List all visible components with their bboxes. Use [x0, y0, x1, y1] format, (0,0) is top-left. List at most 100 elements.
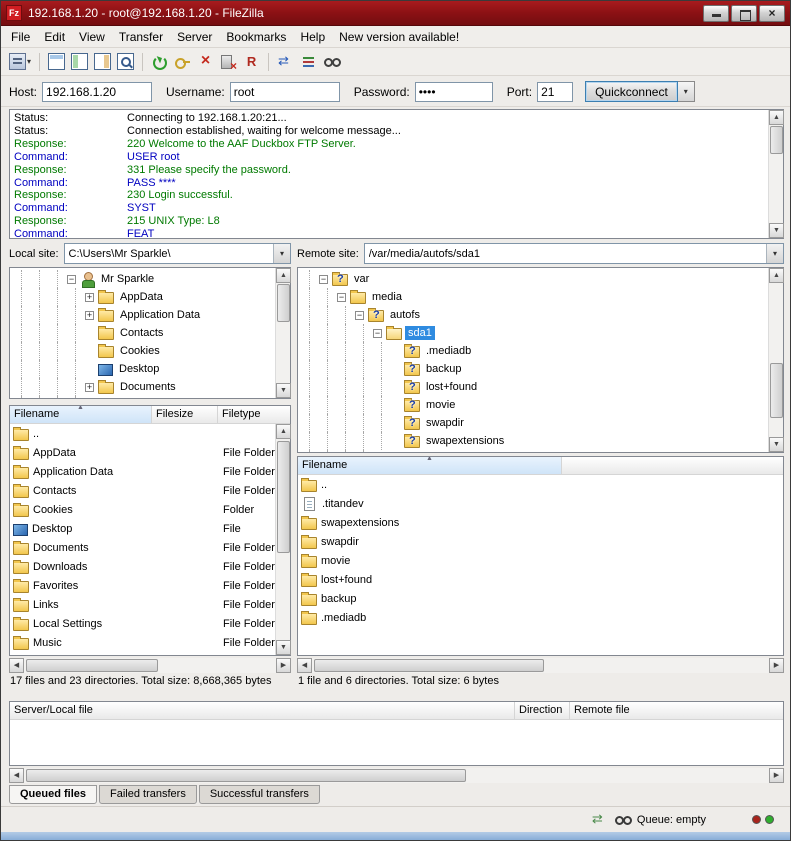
tree-item-label[interactable]: autofs: [387, 308, 423, 322]
tree-item-label[interactable]: AppData: [117, 290, 166, 304]
file-row[interactable]: ContactsFile Folder: [10, 481, 290, 500]
file-row[interactable]: LinksFile Folder: [10, 595, 290, 614]
remote-site-input[interactable]: [365, 244, 766, 263]
port-input[interactable]: [537, 82, 573, 102]
file-row[interactable]: backup: [298, 589, 783, 608]
tree-expander[interactable]: −: [67, 275, 76, 284]
tree-expander[interactable]: −: [355, 311, 364, 320]
local-list-scrollbar[interactable]: ▲ ▼: [275, 424, 290, 655]
toggle-message-log-button[interactable]: [45, 50, 68, 73]
file-row[interactable]: lost+found: [298, 570, 783, 589]
scroll-right-button[interactable]: ▶: [276, 658, 291, 673]
file-row[interactable]: ..: [298, 475, 783, 494]
file-row[interactable]: CookiesFolder: [10, 500, 290, 519]
tree-item-label[interactable]: Mr Sparkle: [98, 272, 157, 286]
column-header-server-local-file[interactable]: Server/Local file: [10, 702, 515, 719]
tree-expander[interactable]: −: [337, 293, 346, 302]
tree-item-label[interactable]: swapdir: [423, 416, 467, 430]
file-row[interactable]: MusicFile Folder: [10, 633, 290, 652]
scroll-up-button[interactable]: ▲: [769, 110, 784, 125]
quickconnect-dropdown-button[interactable]: ▾: [678, 81, 695, 102]
tree-expander[interactable]: +: [85, 311, 94, 320]
file-row[interactable]: Local SettingsFile Folder: [10, 614, 290, 633]
close-button[interactable]: ×: [759, 5, 785, 22]
column-header-filename[interactable]: ▲ Filename: [298, 457, 562, 474]
scroll-left-button[interactable]: ◀: [9, 658, 24, 673]
scroll-right-button[interactable]: ▶: [769, 658, 784, 673]
directory-comparison-indicator-icon[interactable]: [614, 811, 631, 828]
file-row[interactable]: AppDataFile Folder: [10, 443, 290, 462]
local-horizontal-splitter[interactable]: [9, 399, 291, 405]
password-input[interactable]: [415, 82, 493, 102]
vertical-splitter[interactable]: [291, 243, 297, 691]
reconnect-button[interactable]: [240, 50, 263, 73]
tree-item-label[interactable]: var: [351, 272, 372, 286]
tree-item-label[interactable]: .mediadb: [423, 344, 474, 358]
quickconnect-button[interactable]: Quickconnect: [585, 81, 678, 102]
scroll-down-button[interactable]: ▼: [276, 640, 291, 655]
synchronized-browsing-button[interactable]: [274, 50, 297, 73]
queue-splitter[interactable]: [9, 693, 784, 701]
tab-failed-transfers[interactable]: Failed transfers: [99, 785, 197, 804]
directory-comparison-button[interactable]: [297, 50, 320, 73]
tree-item-label[interactable]: Desktop: [116, 362, 162, 376]
column-header-filesize[interactable]: Filesize: [152, 406, 218, 423]
file-row[interactable]: swapextensions: [298, 513, 783, 532]
menu-file[interactable]: File: [4, 27, 37, 47]
username-input[interactable]: [230, 82, 340, 102]
scroll-down-button[interactable]: ▼: [769, 223, 784, 238]
local-tree-scrollbar[interactable]: ▲ ▼: [275, 268, 290, 398]
tree-item-label[interactable]: Contacts: [117, 326, 166, 340]
column-header-filetype[interactable]: Filetype: [218, 406, 290, 423]
menu-help[interactable]: Help: [293, 27, 332, 47]
process-queue-button[interactable]: [171, 50, 194, 73]
file-row[interactable]: ..: [10, 424, 290, 443]
column-header-remote-file[interactable]: Remote file: [570, 702, 783, 719]
local-list-hscrollbar[interactable]: ◀ ▶: [9, 658, 291, 673]
tree-item-label[interactable]: backup: [423, 362, 464, 376]
menu-transfer[interactable]: Transfer: [112, 27, 170, 47]
file-row[interactable]: Application DataFile Folder: [10, 462, 290, 481]
scrollbar-thumb[interactable]: [277, 441, 290, 553]
menu-server[interactable]: Server: [170, 27, 219, 47]
menu-bookmarks[interactable]: Bookmarks: [219, 27, 293, 47]
toggle-remote-tree-button[interactable]: [91, 50, 114, 73]
tab-queued-files[interactable]: Queued files: [9, 785, 97, 804]
tab-successful-transfers[interactable]: Successful transfers: [199, 785, 320, 804]
menu-view[interactable]: View: [72, 27, 112, 47]
maximize-button[interactable]: [731, 5, 757, 22]
column-header-direction[interactable]: Direction: [515, 702, 570, 719]
refresh-button[interactable]: [148, 50, 171, 73]
scrollbar-thumb[interactable]: [314, 659, 544, 672]
tree-item-label[interactable]: Application Data: [117, 308, 203, 322]
menu-new-version-available[interactable]: New version available!: [332, 27, 466, 47]
remote-site-combobox[interactable]: ▾: [364, 243, 784, 264]
scroll-left-button[interactable]: ◀: [297, 658, 312, 673]
minimize-button[interactable]: [703, 5, 729, 22]
file-row[interactable]: FavoritesFile Folder: [10, 576, 290, 595]
tree-item-label[interactable]: Documents: [117, 380, 179, 394]
file-row[interactable]: movie: [298, 551, 783, 570]
scrollbar-thumb[interactable]: [277, 284, 290, 322]
file-row[interactable]: DownloadsFile Folder: [10, 557, 290, 576]
tree-expander[interactable]: +: [85, 383, 94, 392]
scroll-down-button[interactable]: ▼: [769, 437, 784, 452]
remote-list-hscrollbar[interactable]: ◀ ▶: [297, 658, 784, 673]
scroll-up-button[interactable]: ▲: [769, 268, 784, 283]
tree-expander[interactable]: +: [85, 293, 94, 302]
site-manager-button[interactable]: ▾: [6, 50, 34, 73]
tree-item-label[interactable]: Cookies: [117, 344, 163, 358]
queue-hscrollbar[interactable]: ◀ ▶: [9, 768, 784, 783]
combo-dropdown-icon[interactable]: ▾: [766, 244, 783, 263]
file-row[interactable]: DesktopFile: [10, 519, 290, 538]
column-header-filename[interactable]: ▲ Filename: [10, 406, 152, 423]
scroll-up-button[interactable]: ▲: [276, 268, 291, 283]
toggle-local-tree-button[interactable]: [68, 50, 91, 73]
local-site-combobox[interactable]: ▾: [64, 243, 291, 264]
scroll-left-button[interactable]: ◀: [9, 768, 24, 783]
title-bar[interactable]: Fz 192.168.1.20 - root@192.168.1.20 - Fi…: [1, 1, 790, 26]
remote-horizontal-splitter[interactable]: [297, 453, 784, 456]
menu-edit[interactable]: Edit: [37, 27, 72, 47]
cancel-button[interactable]: [194, 50, 217, 73]
find-files-button[interactable]: [320, 50, 343, 73]
